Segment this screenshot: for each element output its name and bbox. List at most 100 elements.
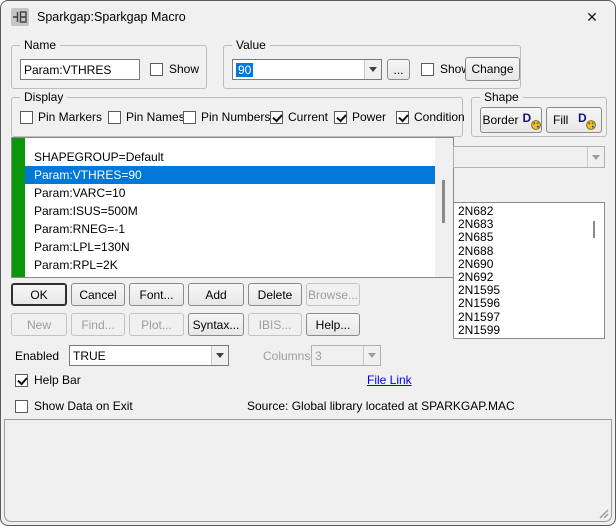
parameter-list-content: SHAPEGROUP=Default Param:VTHRES=90 Param… [25,138,435,277]
model-item-label: 2N692 [458,270,493,284]
source-text: Source: Global library located at SPARKG… [247,399,515,413]
parameter-row[interactable]: Param:VARC=10 [25,184,435,202]
model-item-label: 2N685 [458,230,493,244]
show-data-checkbox-row: Show Data on Exit [15,399,133,413]
parameter-list: SHAPEGROUP=Default Param:VTHRES=90 Param… [11,137,454,278]
name-input[interactable]: Param:VTHRES [20,59,140,80]
display-option: Pin Numbers [183,110,270,124]
dialog-button[interactable]: Browse... [306,283,360,306]
dialog-button[interactable]: Add [188,283,244,306]
display-option-label: Pin Names [126,110,185,124]
parameter-row-label: Param:VARC=10 [34,186,125,200]
display-option: Condition [396,110,465,124]
parameter-scrollbar-thumb[interactable] [442,180,445,223]
columns-combobox[interactable]: 3 [311,345,381,366]
file-link[interactable]: File Link [367,373,412,387]
dialog-button-label: Help... [316,318,351,332]
parameter-row[interactable]: Param:ISUS=500M [25,202,435,220]
app-schematic-icon [11,8,29,26]
model-scrollbar-thumb[interactable] [593,221,595,238]
dialog-button-label: Cancel [79,288,116,302]
display-option-checkbox[interactable] [270,111,283,124]
help-bar-checkbox[interactable] [15,374,28,387]
dialog-button[interactable]: IBIS... [248,313,302,336]
columns-label: Columns [263,349,310,363]
enabled-combobox[interactable]: TRUE [69,345,229,366]
parameter-row[interactable]: Param:RNEG=-1 [25,220,435,238]
display-option-checkbox[interactable] [20,111,33,124]
dialog-button-label: Browse... [308,288,358,302]
model-list-item[interactable]: 2N1599 [458,324,604,337]
parameter-row-label: Param:RPL=2K [34,258,118,272]
chevron-down-icon [592,155,600,160]
display-option-label: Pin Numbers [201,110,270,124]
display-group-label: Display [20,90,67,104]
display-option: Pin Markers [20,110,102,124]
dialog-button[interactable]: Syntax... [188,313,244,336]
dialog-button-label: Delete [258,288,293,302]
parameter-row[interactable]: SHAPEGROUP=Default [25,148,435,166]
palette-D-icon: D [578,113,595,128]
sparkgap-macro-dialog: Sparkgap:Sparkgap Macro ✕ Name Param:VTH… [0,0,616,526]
fill-button-label: Fill [553,113,568,127]
parameter-row[interactable]: Param:LPL=130N [25,238,435,256]
display-option-checkbox[interactable] [108,111,121,124]
dialog-button[interactable]: New [11,313,67,336]
parameter-row-label: Param:LPL=130N [34,240,130,254]
shape-group-label: Shape [480,90,523,104]
dialog-button-label: Plot... [141,318,172,332]
dialog-button-label: Syntax... [193,318,240,332]
chevron-down-icon [369,67,377,72]
enabled-combobox-dropdown-button[interactable] [211,346,228,365]
parameter-row[interactable]: Param:CPAR=1P [25,274,435,277]
resize-grip[interactable] [597,507,609,519]
value-more-button[interactable]: ... [387,59,410,80]
chevron-down-icon [368,353,376,358]
display-option-checkbox[interactable] [183,111,196,124]
dialog-button[interactable]: Font... [129,283,184,306]
value-combobox[interactable]: 90 [232,59,382,80]
show-data-checkbox[interactable] [15,400,28,413]
close-button[interactable]: ✕ [569,1,615,33]
display-option-label: Current [288,110,328,124]
display-option: Power [334,110,386,124]
model-item-label: 2N1599 [458,323,500,337]
value-group-label: Value [232,38,270,52]
title-bar: Sparkgap:Sparkgap Macro ✕ [1,1,615,33]
help-panel [4,419,612,522]
help-bar-label: Help Bar [34,373,81,387]
value-combobox-dropdown-button[interactable] [364,60,381,79]
value-show-checkbox[interactable] [421,63,434,76]
display-option-checkbox[interactable] [334,111,347,124]
dialog-button[interactable]: Cancel [71,283,125,306]
change-button[interactable]: Change [465,57,520,81]
model-item-label: 2N682 [458,204,493,218]
dialog-button[interactable]: Help... [306,313,360,336]
model-item-label: 2N683 [458,217,493,231]
parameter-row[interactable]: Param:RPL=2K [25,256,435,274]
parameter-row[interactable]: Param:VTHRES=90 [25,166,435,184]
model-combobox-dropdown-button[interactable] [587,147,604,167]
dialog-button[interactable]: Delete [248,283,302,306]
columns-combobox-dropdown-button[interactable] [363,346,380,365]
display-option-label: Condition [414,110,465,124]
name-show-checkbox[interactable] [150,63,163,76]
model-combobox[interactable] [453,146,605,168]
dialog-button[interactable]: Find... [71,313,125,336]
display-option-checkbox[interactable] [396,111,409,124]
border-color-button[interactable]: Border D [480,107,542,133]
fill-color-button[interactable]: Fill D [546,107,602,133]
display-group: Display Pin Markers Pin Names Pin Number… [11,97,463,137]
value-combobox-text: 90 [236,60,253,79]
button-row-2: New Find... Plot... Syntax... IBIS... He… [1,313,461,336]
name-show-checkbox-row: Show [150,62,199,76]
parameter-row-label: Param:CPAR=1P [34,276,127,277]
parameter-row-label: SHAPEGROUP=Default [34,150,164,164]
display-option-label: Power [352,110,386,124]
dialog-button[interactable]: Plot... [129,313,184,336]
chevron-down-icon [216,353,224,358]
dialog-button[interactable]: OK [11,283,67,306]
change-button-label: Change [471,62,513,76]
shape-group: Shape Border D Fill D [471,97,607,137]
model-item-label: 2N688 [458,244,493,258]
